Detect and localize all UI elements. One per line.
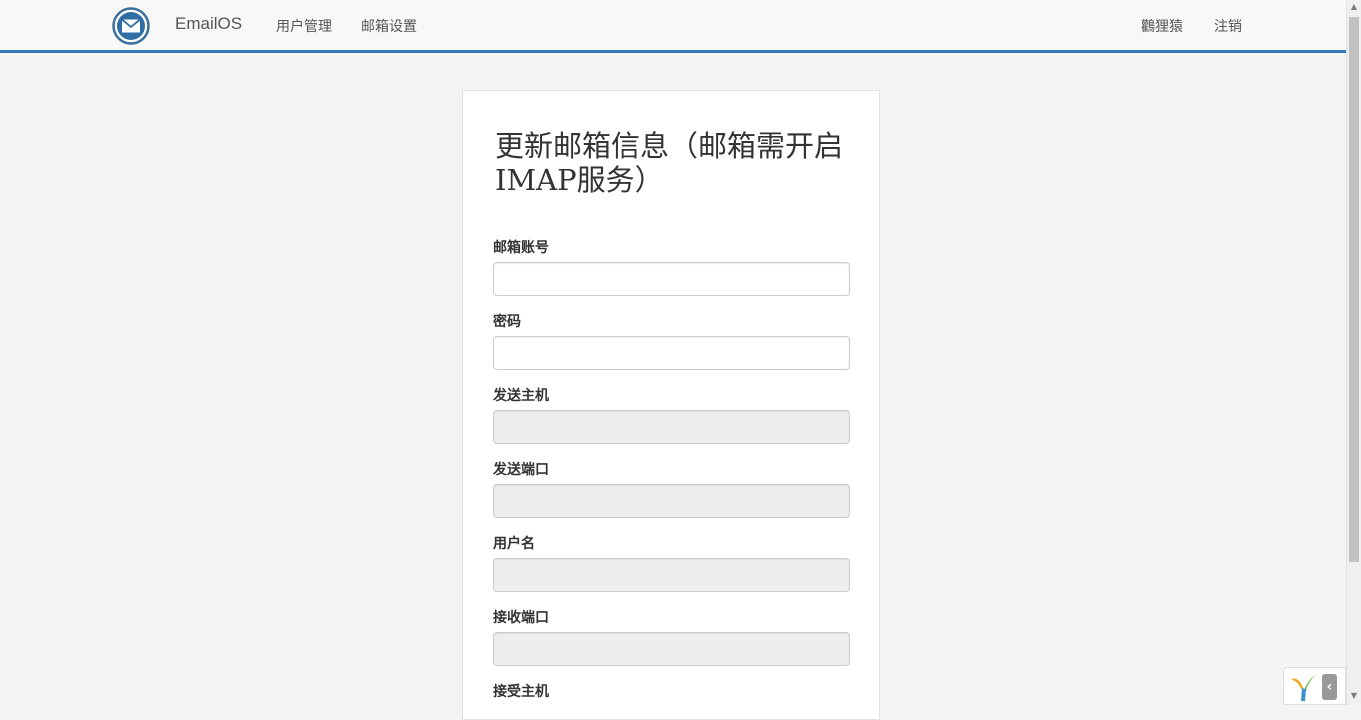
field-label-username: 用户名 (493, 536, 535, 552)
scroll-up-icon[interactable]: ▲ (1349, 2, 1359, 12)
page-title: 更新邮箱信息（邮箱需开启IMAP服务） (495, 129, 844, 197)
email-account-input[interactable] (493, 262, 850, 296)
smtp-port-input (493, 484, 850, 518)
envelope-icon[interactable] (112, 7, 150, 45)
field-label-email-account: 邮箱账号 (493, 240, 549, 256)
field-label-imap-host: 接受主机 (493, 684, 549, 700)
smtp-host-input (493, 410, 850, 444)
imap-port-input (493, 632, 850, 666)
field-label-password: 密码 (493, 314, 521, 330)
debug-toolbar-badge[interactable]: ‹ (1283, 667, 1346, 705)
username-input (493, 558, 850, 592)
password-input[interactable] (493, 336, 850, 370)
top-navbar: EmailOS 用户管理 邮箱设置 鸛狸猿 注销 (0, 0, 1346, 53)
nav-current-user[interactable]: 鸛狸猿 (1141, 16, 1183, 36)
nav-user-management[interactable]: 用户管理 (276, 16, 332, 36)
field-label-smtp-port: 发送端口 (493, 462, 549, 478)
brand-name[interactable]: EmailOS (175, 14, 242, 34)
nav-logout[interactable]: 注销 (1214, 16, 1242, 36)
mailbox-form-panel: 更新邮箱信息（邮箱需开启IMAP服务） 邮箱账号 密码 发送主机 发送端口 用户… (462, 90, 880, 720)
field-label-smtp-host: 发送主机 (493, 388, 549, 404)
scroll-down-icon[interactable]: ▼ (1349, 691, 1359, 701)
scrollbar-thumb[interactable] (1349, 17, 1359, 562)
chevron-left-icon[interactable]: ‹ (1322, 674, 1337, 700)
page-scrollbar[interactable]: ▲ ▼ (1346, 0, 1361, 705)
nav-mailbox-settings[interactable]: 邮箱设置 (361, 16, 417, 36)
yii-logo-icon (1291, 675, 1315, 701)
field-label-imap-port: 接收端口 (493, 610, 549, 626)
